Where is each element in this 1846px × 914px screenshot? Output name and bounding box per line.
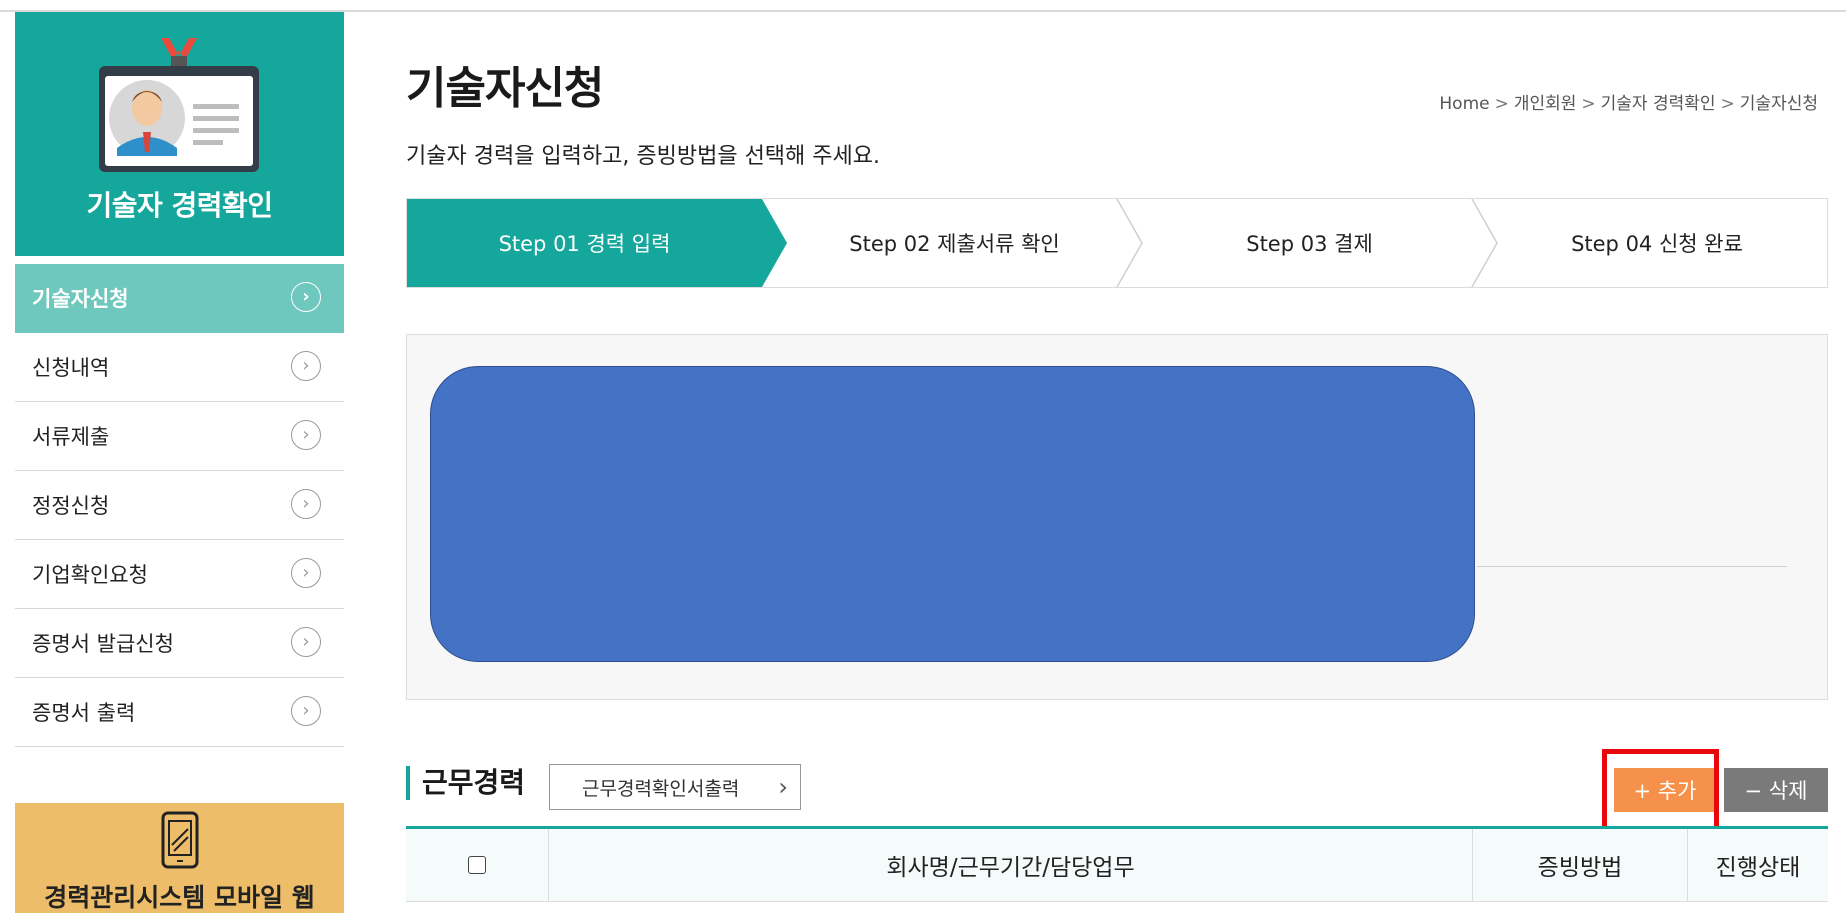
select-all-checkbox[interactable] xyxy=(468,856,486,874)
career-section-title: 근무경력 xyxy=(406,766,525,800)
chevron-right-circle-icon: › xyxy=(291,489,321,519)
sidebar-item-label: 서류제출 xyxy=(32,425,110,449)
delete-career-button[interactable]: − 삭제 xyxy=(1724,768,1828,812)
chevron-right-circle-icon: › xyxy=(291,351,321,381)
chevron-right-circle-icon: › xyxy=(291,420,321,450)
sidebar-item-label: 증명서 출력 xyxy=(32,701,136,725)
sidebar-item-application-history[interactable]: 신청내역 › xyxy=(15,333,344,402)
id-card-icon xyxy=(99,38,259,172)
page-subtitle: 기술자 경력을 입력하고, 증빙방법을 선택해 주세요. xyxy=(406,144,880,169)
chevron-right-icon: › xyxy=(778,773,788,801)
mobile-web-banner-label: 경력관리시스템 모바일 웹 xyxy=(44,883,315,912)
sidebar-item-label: 기술자신청 xyxy=(32,287,129,311)
page-title: 기술자신청 xyxy=(406,63,604,114)
sidebar-item-certificate-request[interactable]: 증명서 발급신청 › xyxy=(15,609,344,678)
step-1: Step 01 경력 입력 xyxy=(498,232,671,256)
step-3: Step 03 결제 xyxy=(1246,232,1373,256)
sidebar-item-certificate-print[interactable]: 증명서 출력 › xyxy=(15,678,344,747)
mobile-web-banner[interactable]: 경력관리시스템 모바일 웹 xyxy=(15,803,344,913)
career-graph-panel xyxy=(406,334,1828,700)
top-border xyxy=(0,0,1846,12)
mobile-phone-icon xyxy=(161,811,199,869)
sidebar-header: 기술자 경력확인 xyxy=(15,12,344,256)
column-header-company: 회사명/근무기간/담당업무 xyxy=(549,829,1473,901)
step-2: Step 02 제출서류 확인 xyxy=(849,232,1060,256)
add-career-button[interactable]: + 추가 xyxy=(1614,768,1716,812)
step-progress: Step 01 경력 입력 Step 02 제출서류 확인 Step 03 결제… xyxy=(406,198,1828,288)
sidebar-title: 기술자 경력확인 xyxy=(86,189,273,222)
breadcrumb-separator: > xyxy=(1720,94,1735,114)
chevron-right-circle-icon: › xyxy=(291,627,321,657)
sidebar-item-label: 기업확인요청 xyxy=(32,563,148,587)
sidebar-item-correction-request[interactable]: 정정신청 › xyxy=(15,471,344,540)
breadcrumb-career-confirm[interactable]: 기술자 경력확인 xyxy=(1601,94,1716,114)
sidebar-item-label: 신청내역 xyxy=(32,356,110,380)
redaction-overlay xyxy=(430,366,1475,662)
sidebar-item-label: 증명서 발급신청 xyxy=(32,632,174,656)
chevron-right-circle-icon: › xyxy=(291,558,321,588)
sidebar-item-document-submit[interactable]: 서류제출 › xyxy=(15,402,344,471)
breadcrumb-personal-member[interactable]: 개인회원 xyxy=(1514,94,1577,114)
sidebar-item-technician-apply[interactable]: 기술자신청 › xyxy=(15,264,344,333)
career-table-header: 회사명/근무기간/담당업무 증빙방법 진행상태 xyxy=(406,826,1828,902)
sidebar-menu: 기술자신청 › 신청내역 › 서류제출 › 정정신청 › 기업확인요청 › 증명… xyxy=(15,264,344,747)
print-career-certificate-label: 근무경력확인서출력 xyxy=(582,777,740,800)
sidebar-item-label: 정정신청 xyxy=(32,494,110,518)
sidebar-item-company-confirm[interactable]: 기업확인요청 › xyxy=(15,540,344,609)
breadcrumb-home[interactable]: Home xyxy=(1439,94,1489,114)
print-career-certificate-button[interactable]: 근무경력확인서출력 › xyxy=(549,764,801,810)
breadcrumb: Home > 개인회원 > 기술자 경력확인 > 기술자신청 xyxy=(1439,89,1818,114)
step-4: Step 04 신청 완료 xyxy=(1571,232,1743,256)
select-all-cell xyxy=(406,829,549,901)
breadcrumb-separator: > xyxy=(1494,94,1509,114)
column-header-proof-method: 증빙방법 xyxy=(1473,829,1688,901)
chevron-right-circle-icon: › xyxy=(291,696,321,726)
graph-baseline xyxy=(1477,566,1787,567)
breadcrumb-separator: > xyxy=(1581,94,1596,114)
column-header-status: 진행상태 xyxy=(1715,855,1801,881)
breadcrumb-current: 기술자신청 xyxy=(1739,94,1818,114)
chevron-right-circle-icon: › xyxy=(291,282,321,312)
